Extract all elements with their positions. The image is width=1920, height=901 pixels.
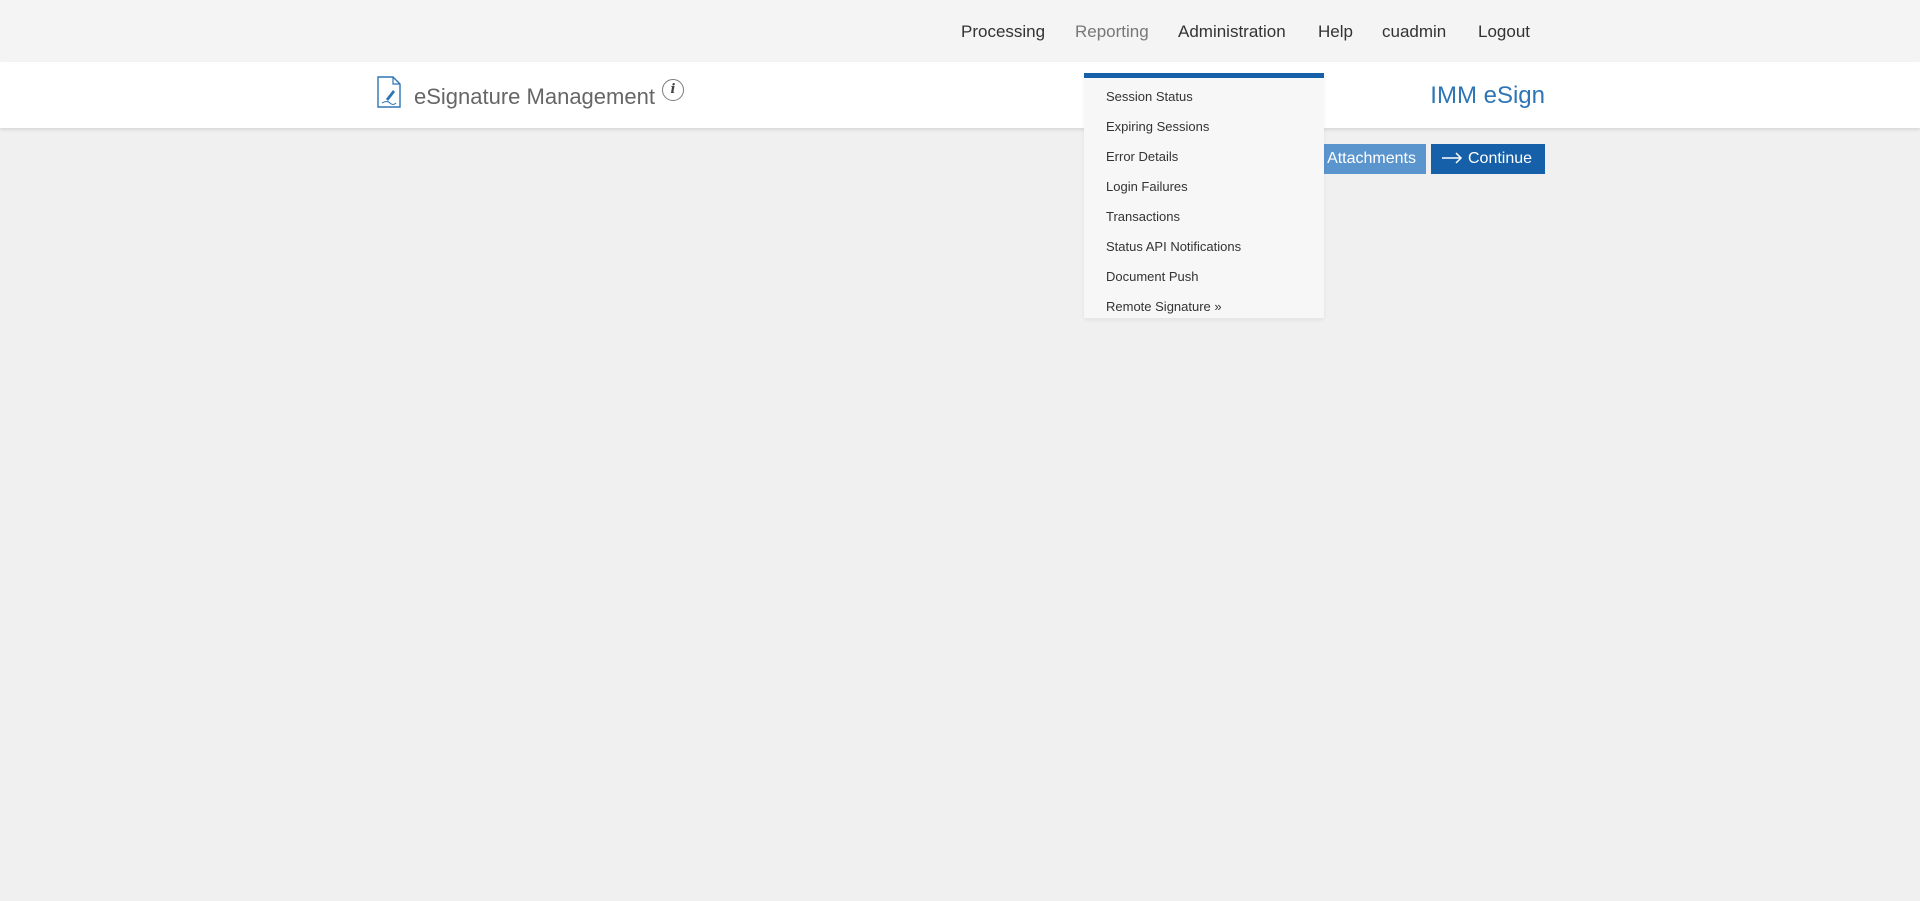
arrow-right-icon bbox=[1442, 152, 1463, 164]
menu-item-document-push[interactable]: Document Push bbox=[1106, 269, 1199, 284]
menu-item-expiring-sessions[interactable]: Expiring Sessions bbox=[1106, 119, 1209, 134]
info-icon[interactable]: i bbox=[662, 79, 684, 101]
reporting-dropdown-menu: Session Status Expiring Sessions Error D… bbox=[1084, 73, 1324, 318]
nav-user-cuadmin[interactable]: cuadmin bbox=[1382, 22, 1446, 42]
nav-help[interactable]: Help bbox=[1318, 22, 1353, 42]
nav-logout[interactable]: Logout bbox=[1478, 22, 1530, 42]
attachments-button-label: Attachments bbox=[1327, 150, 1416, 167]
menu-item-remote-signature[interactable]: Remote Signature » bbox=[1106, 299, 1222, 314]
nav-processing[interactable]: Processing bbox=[961, 22, 1045, 42]
continue-button[interactable]: Continue bbox=[1431, 144, 1545, 174]
attachments-button[interactable]: Attachments bbox=[1312, 144, 1426, 174]
page-title: eSignature Management bbox=[414, 84, 655, 109]
header-bar: eSignature Management i IMM eSign bbox=[0, 62, 1920, 128]
menu-item-transactions[interactable]: Transactions bbox=[1106, 209, 1180, 224]
nav-reporting[interactable]: Reporting bbox=[1075, 22, 1149, 42]
menu-item-status-api-notifications[interactable]: Status API Notifications bbox=[1106, 239, 1241, 254]
top-navigation: Processing Reporting Administration Help… bbox=[0, 0, 1920, 62]
nav-administration[interactable]: Administration bbox=[1178, 22, 1286, 42]
menu-item-login-failures[interactable]: Login Failures bbox=[1106, 179, 1188, 194]
continue-button-label: Continue bbox=[1468, 150, 1533, 167]
menu-item-session-status[interactable]: Session Status bbox=[1106, 89, 1193, 104]
document-signature-icon bbox=[377, 76, 401, 108]
brand-title: IMM eSign bbox=[1430, 82, 1545, 109]
menu-item-error-details[interactable]: Error Details bbox=[1106, 149, 1178, 164]
